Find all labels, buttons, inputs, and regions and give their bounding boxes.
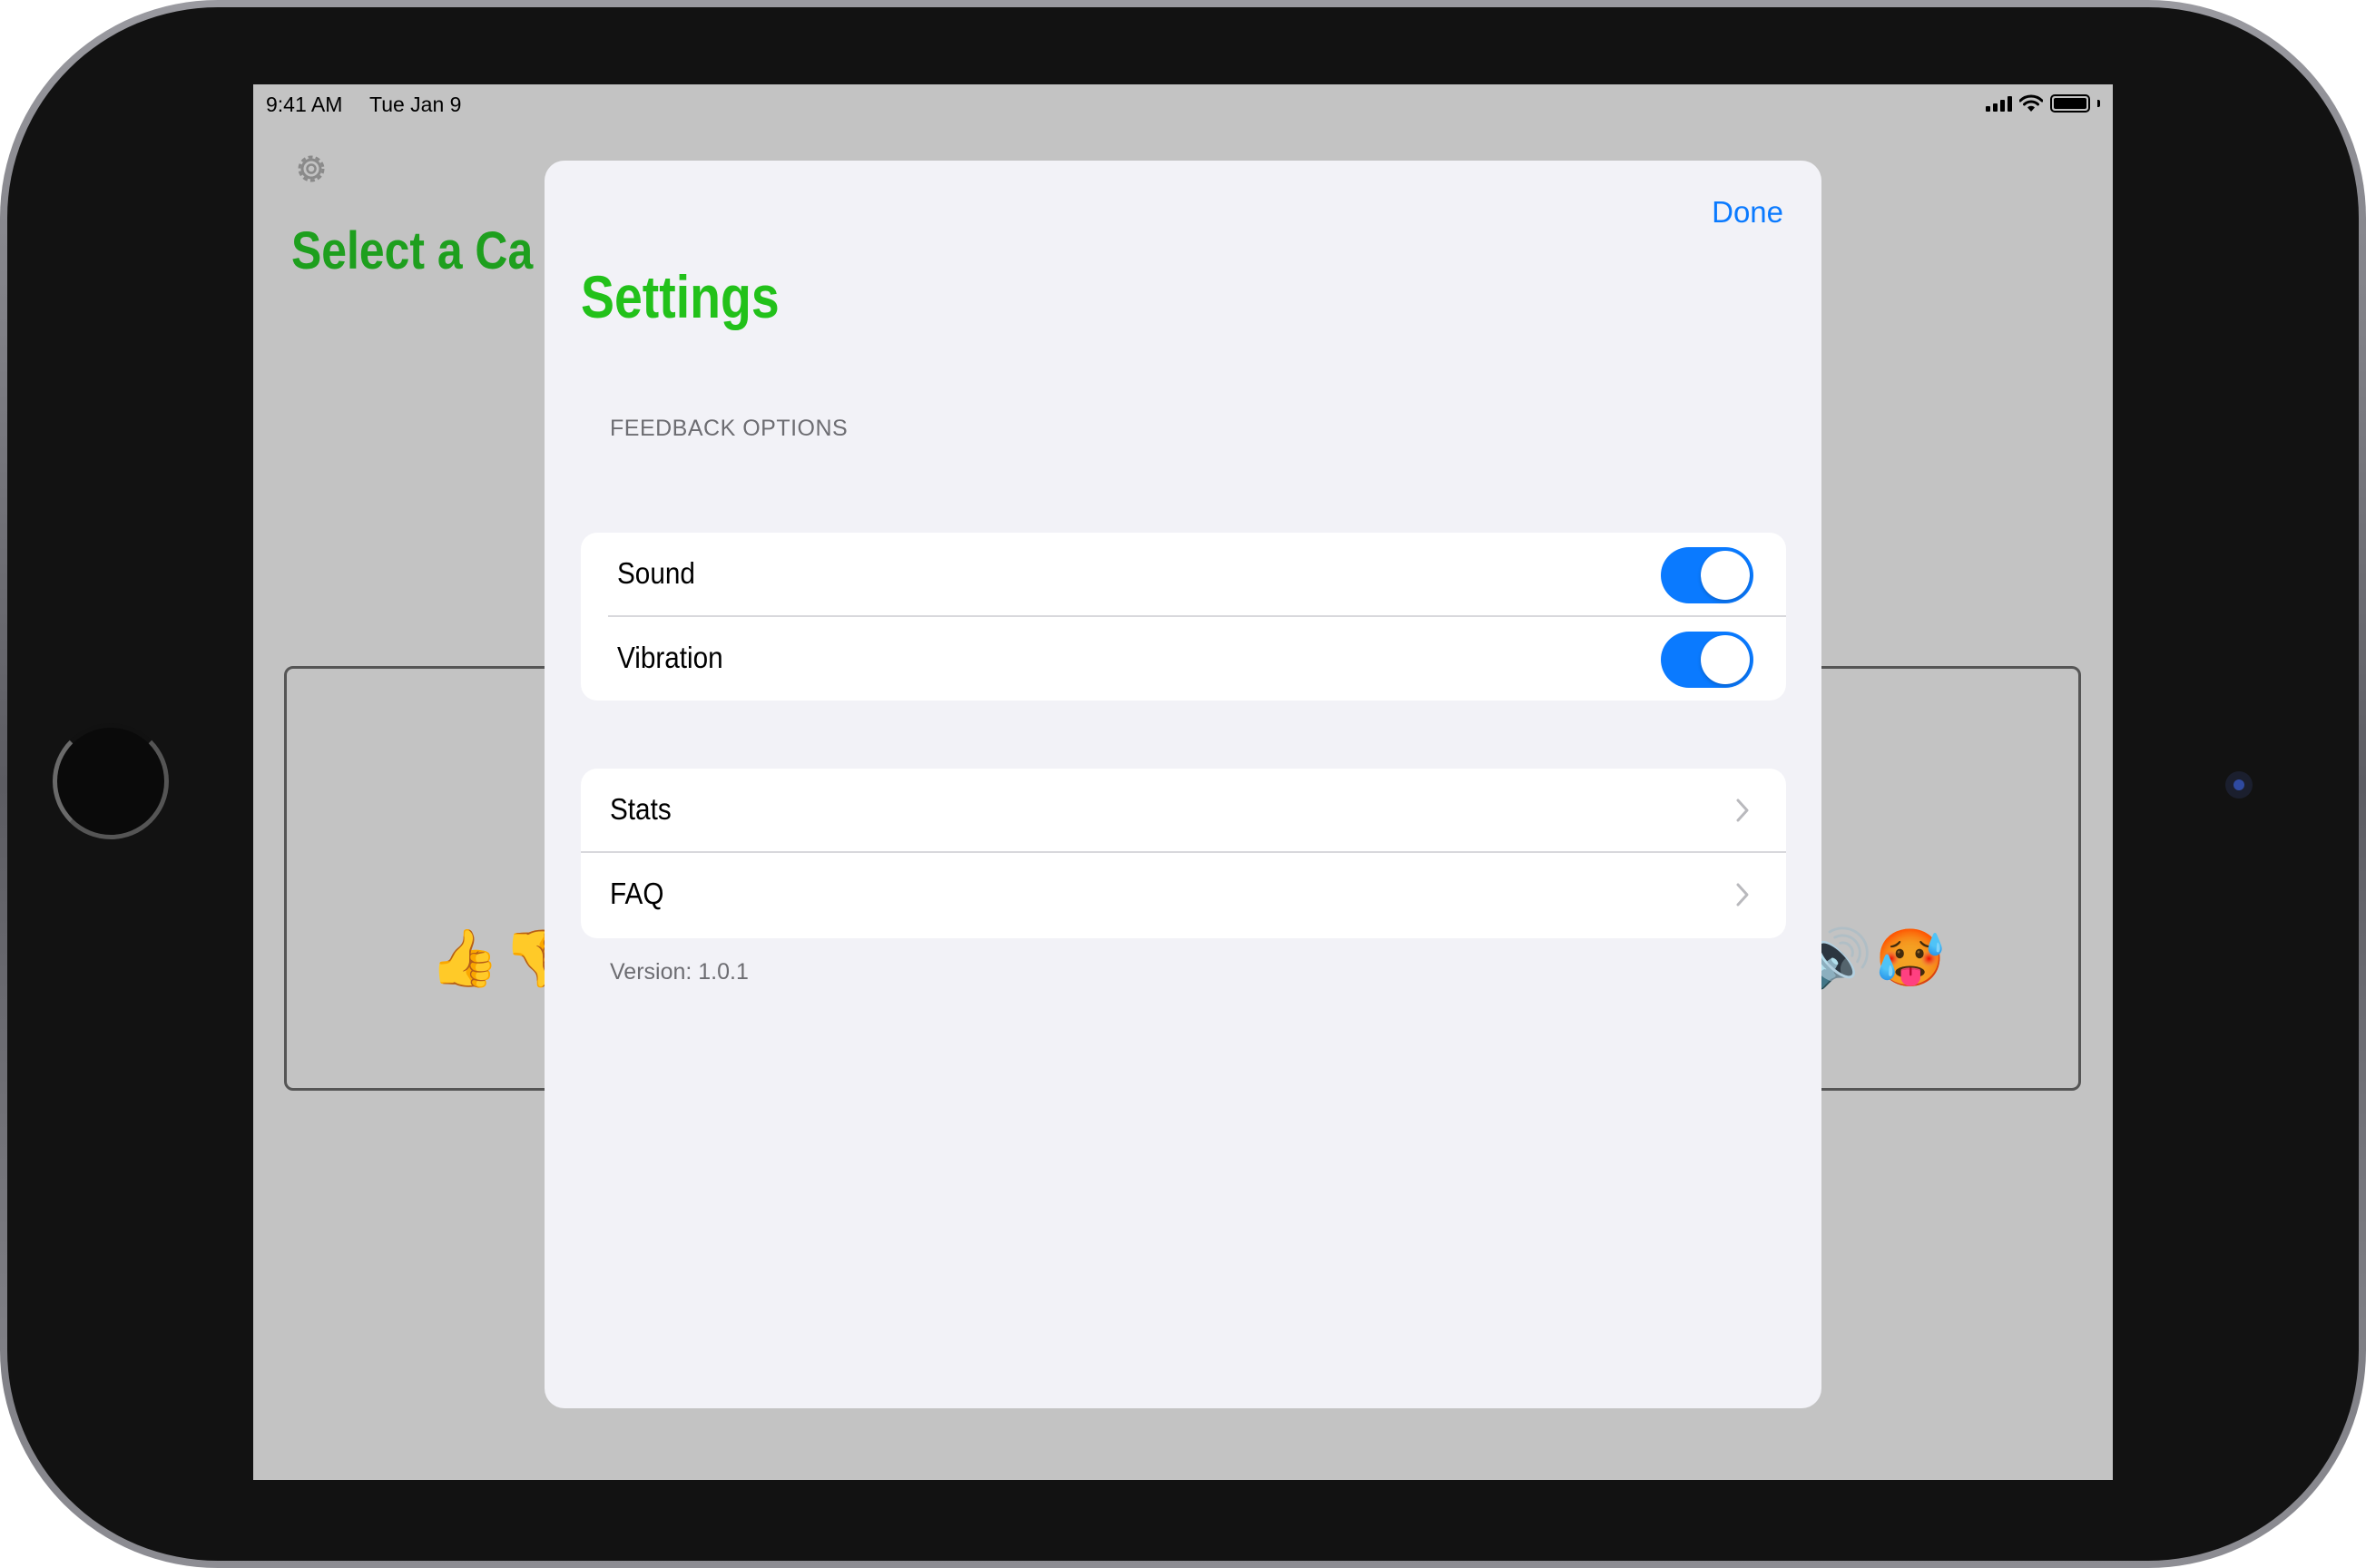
vibration-toggle[interactable] [1661,632,1753,688]
links-group: Stats FAQ [581,769,1786,938]
ipad-frame: 9:41 AM Tue Jan 9 Select a Ca 👍 👎 🔊 🥵 Do… [0,0,2366,1568]
status-time: 9:41 AM [266,93,343,116]
status-icons [1986,93,2100,113]
vibration-toggle-knob [1701,635,1750,684]
front-camera [2225,771,2253,799]
stats-label: Stats [610,792,672,826]
vibration-row: Vibration [581,617,1786,701]
status-bar: 9:41 AM Tue Jan 9 [253,84,2113,124]
settings-gear-icon[interactable] [292,150,330,188]
feedback-options-header: FEEDBACK OPTIONS [610,416,849,441]
battery-icon [2050,94,2090,113]
wifi-icon [2019,94,2043,112]
sound-toggle[interactable] [1661,547,1753,603]
faq-row[interactable]: FAQ [581,853,1786,937]
settings-sheet: Done Settings FEEDBACK OPTIONS Sound Vib… [545,161,1821,1408]
version-text: Version: 1.0.1 [610,959,749,985]
cellular-signal-icon [1986,95,2012,112]
hot-face-icon: 🥵 [1875,927,1946,990]
home-button[interactable] [53,723,169,839]
sound-label: Sound [617,556,695,590]
vibration-label: Vibration [617,641,723,674]
settings-title: Settings [581,263,780,330]
faq-label: FAQ [610,877,664,910]
done-button[interactable]: Done [1712,195,1783,230]
feedback-options-group: Sound Vibration [581,533,1786,701]
screen: 9:41 AM Tue Jan 9 Select a Ca 👍 👎 🔊 🥵 Do… [253,84,2113,1480]
chevron-right-icon [1736,883,1749,906]
chevron-right-icon [1736,799,1749,822]
stats-row[interactable]: Stats [581,769,1786,853]
background-page-title: Select a Ca [291,221,534,280]
status-date: Tue Jan 9 [369,93,462,116]
sound-row: Sound [581,533,1786,617]
thumbs-up-icon: 👍 [429,927,500,990]
battery-tip [2097,100,2100,107]
sound-toggle-knob [1701,551,1750,600]
